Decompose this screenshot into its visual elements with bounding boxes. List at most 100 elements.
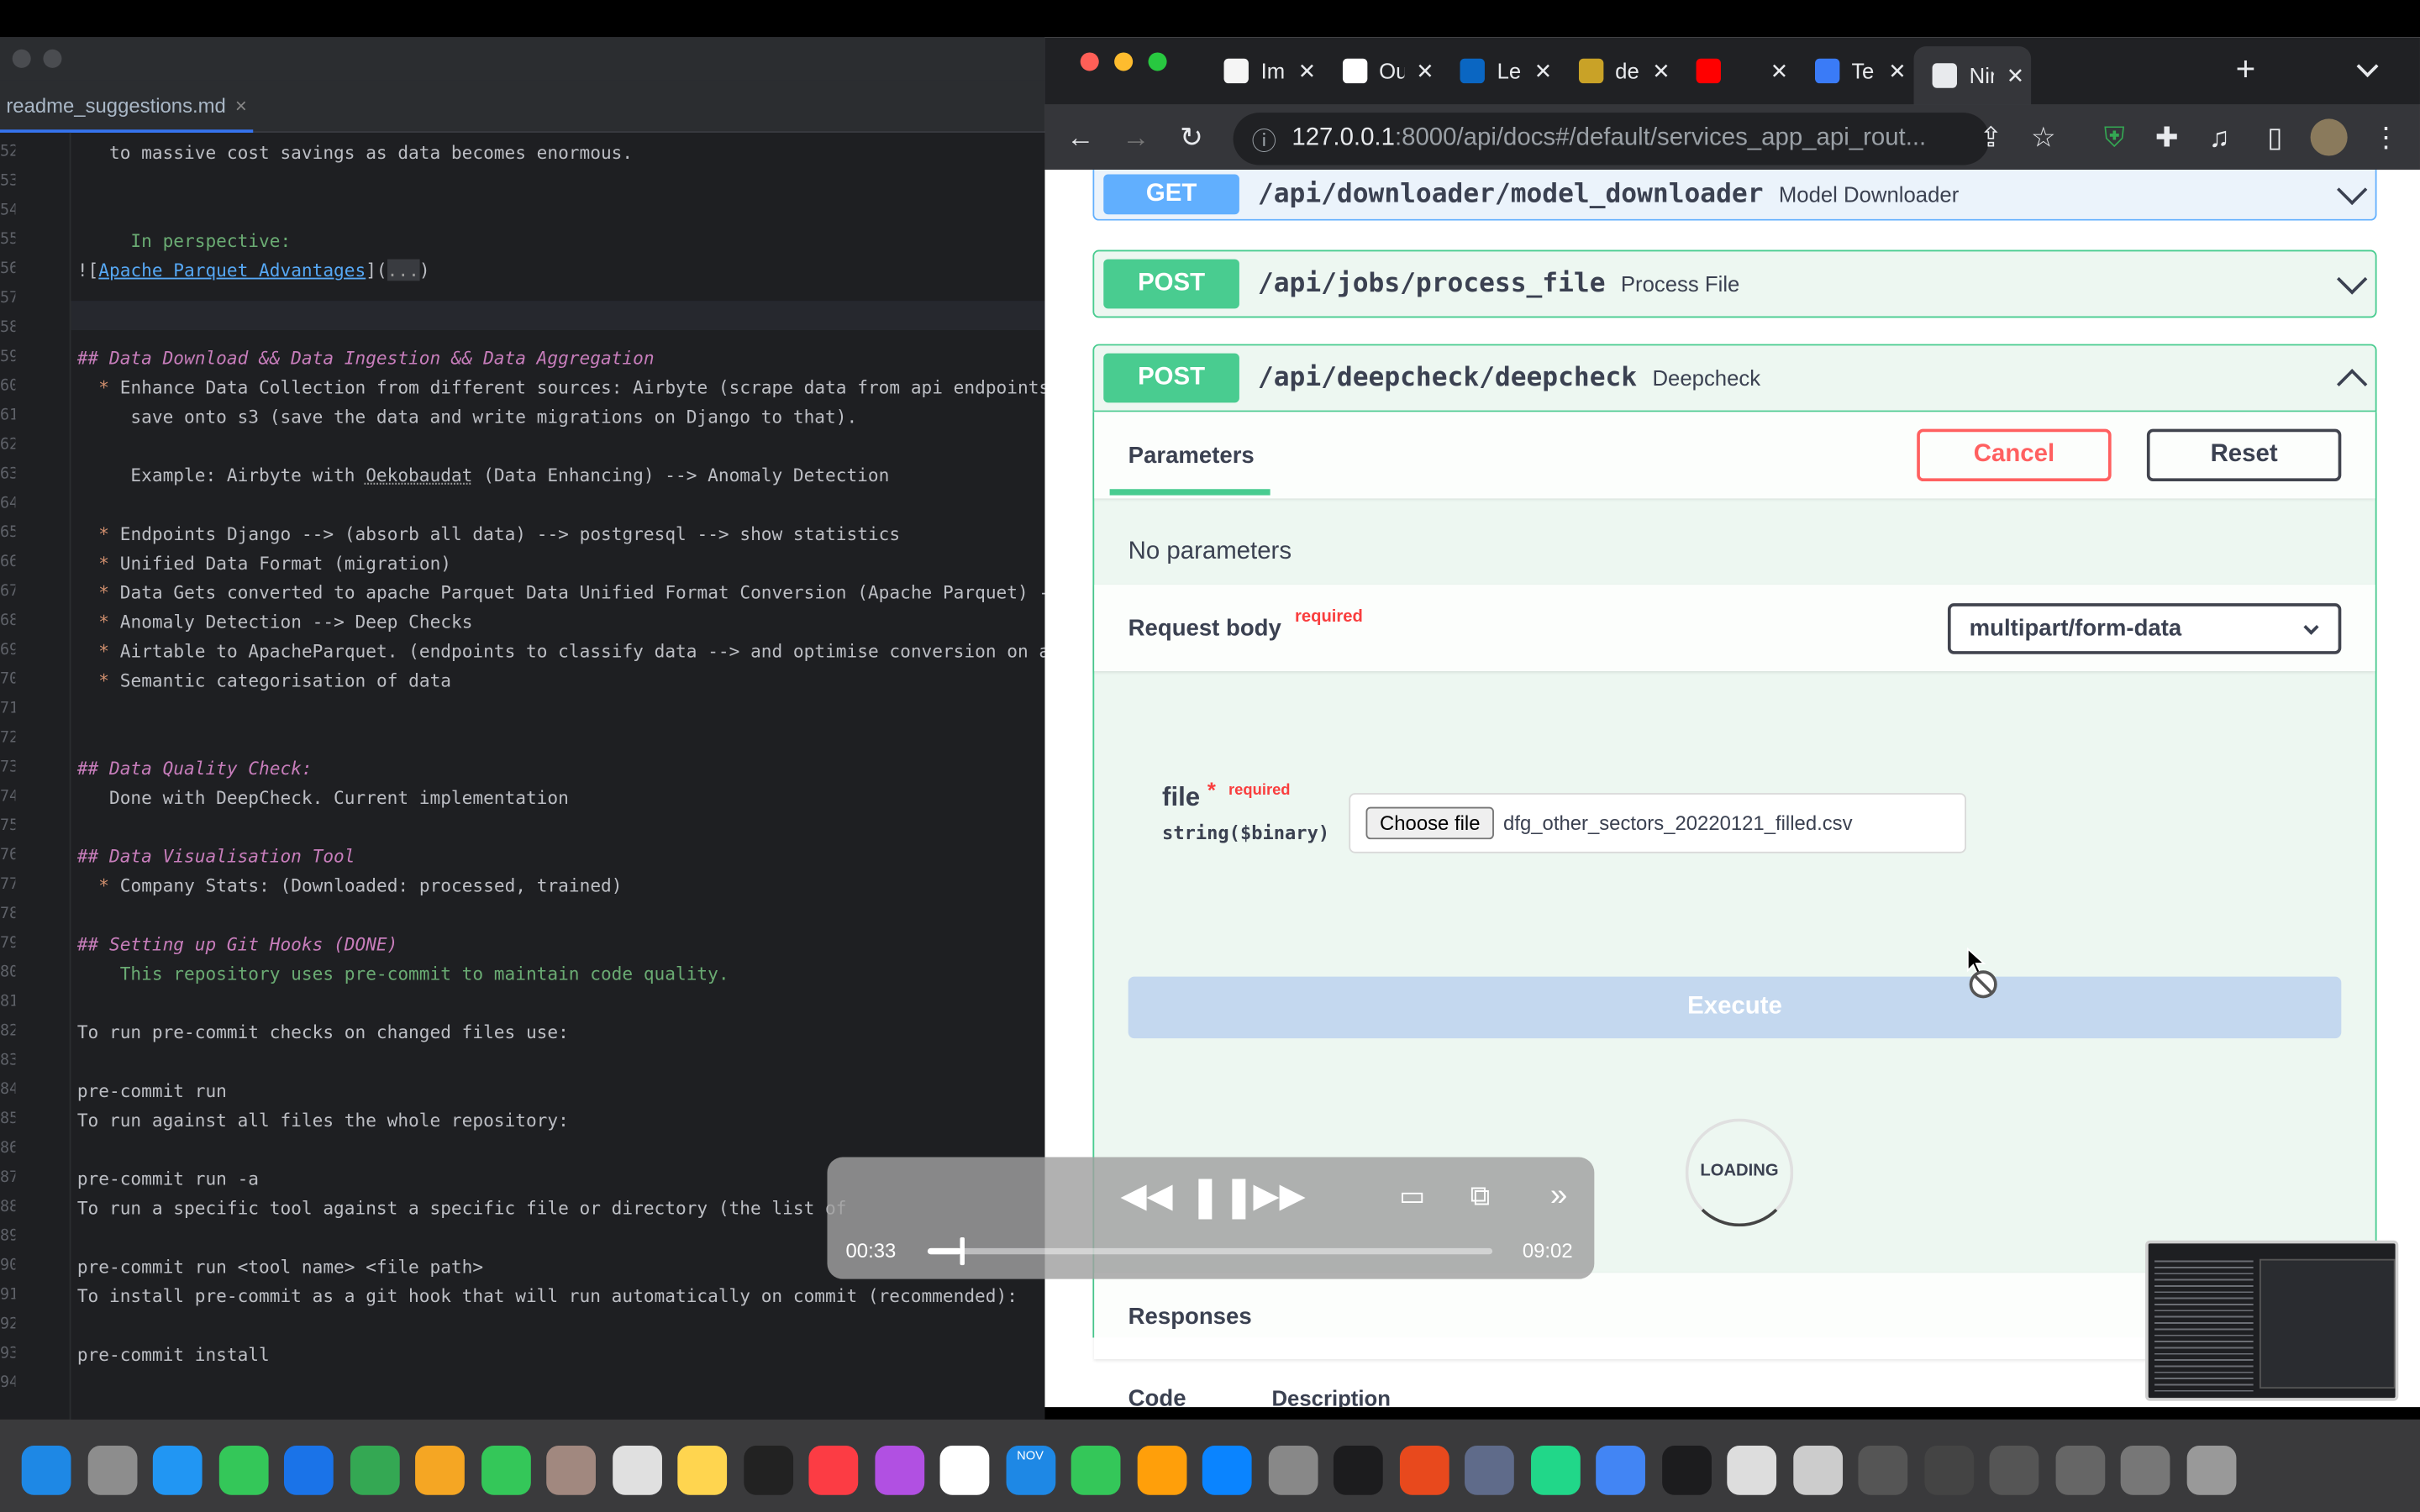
rewind-icon[interactable]: ◀◀ [1120,1176,1172,1216]
close-window-button[interactable] [12,49,31,68]
pause-icon[interactable]: ❚❚ [1188,1176,1255,1216]
close-icon[interactable]: ✕ [1416,58,1434,84]
browser-menu-icon[interactable]: ⋮ [2366,118,2407,158]
md-image-link[interactable]: Apache Parquet Advantages [98,260,366,281]
operation-post-process-file[interactable]: POST /api/jobs/process_file Process File [1092,249,2377,318]
dock-app-icon[interactable] [481,1446,530,1495]
dock-app-icon[interactable] [21,1446,71,1495]
dock-app-icon[interactable] [2054,1446,2105,1495]
editor-tab-readme[interactable]: readme_suggestions.md × [0,81,254,133]
tab-favicon-icon [1578,58,1603,84]
browser-tab[interactable]: Lea ✕ [1442,50,1560,92]
dock-app-icon[interactable] [1071,1446,1121,1495]
browser-tab[interactable]: ✕ [1678,50,1796,92]
close-icon[interactable]: ✕ [1770,58,1789,84]
screen-recording-thumbnail[interactable] [2145,1240,2399,1401]
minimize-window-button[interactable] [1114,52,1134,71]
dock-app-icon[interactable] [1202,1446,1252,1495]
dock-app-icon[interactable] [1136,1446,1186,1495]
new-tab-button[interactable]: + [2224,50,2267,92]
close-icon[interactable]: ✕ [1888,58,1907,84]
dock-app-icon[interactable] [808,1446,859,1495]
minimize-window-button[interactable] [43,49,62,68]
dock-app-icon[interactable] [87,1446,137,1495]
dock-app-icon[interactable] [1989,1446,2039,1495]
share-icon[interactable]: ⇪ [1971,118,2012,158]
dock-app-icon[interactable] [1398,1446,1449,1495]
dock-app-icon[interactable] [874,1446,924,1495]
choose-file-button[interactable]: Choose file [1365,806,1495,840]
scrubber-handle[interactable] [960,1237,965,1266]
dock-app-icon[interactable] [677,1446,728,1495]
parameters-tab[interactable]: Parameters [1128,443,1255,469]
airplay-icon[interactable]: ▭ [1392,1176,1433,1216]
md-collapsed-url[interactable]: ... [387,259,419,281]
site-info-icon[interactable]: ⓘ [1252,120,1276,157]
dock-app-icon[interactable] [1727,1446,1777,1495]
dock-app-icon[interactable] [1661,1446,1712,1495]
operation-post-deepcheck[interactable]: POST /api/deepcheck/deepcheck Deepcheck [1092,344,2377,412]
close-icon[interactable]: ✕ [1652,58,1670,84]
profile-avatar[interactable] [2310,118,2348,156]
close-icon[interactable]: × [235,94,247,129]
extensions-puzzle-icon[interactable]: ✚ [2147,118,2187,158]
dock-app-icon[interactable] [350,1446,399,1495]
browser-tab[interactable]: Nir ✕ [1913,46,2032,105]
forward-icon[interactable]: → [1116,118,1156,158]
shield-extension-icon[interactable]: ⛨ [2094,118,2134,158]
dock-app-icon[interactable] [546,1446,596,1495]
dock-app-icon[interactable] [1792,1446,1843,1495]
chevron-down-icon [2336,174,2368,206]
line-number: 89 [0,1228,15,1246]
dock-app-icon[interactable] [612,1446,662,1495]
dock-app-icon[interactable] [152,1446,203,1495]
media-control-icon[interactable]: ♫ [2199,118,2239,158]
operation-get-model-downloader[interactable]: GET /api/downloader/model_downloader Mod… [1092,170,2377,221]
tab-search-chevron-icon[interactable] [2356,55,2379,77]
sidebar-icon[interactable]: ▯ [2254,118,2295,158]
reload-icon[interactable]: ↻ [1171,118,1212,158]
browser-tab[interactable]: Imp ✕ [1205,50,1323,92]
bookmark-star-icon[interactable]: ☆ [2023,118,2064,158]
dock-app-icon[interactable] [218,1446,268,1495]
browser-tab[interactable]: Ou ✕ [1323,50,1441,92]
zoom-window-button[interactable] [1148,52,1167,71]
playback-scrubber[interactable] [927,1237,1493,1266]
close-window-button[interactable] [1080,52,1099,71]
dock-app-icon[interactable] [283,1446,334,1495]
line-number: 54 [0,202,15,219]
dock-app-icon[interactable] [1858,1446,1908,1495]
fast-forward-icon[interactable]: ▶▶ [1253,1176,1305,1216]
dock-app-icon[interactable] [1333,1446,1383,1495]
close-icon[interactable]: ✕ [1534,58,1553,84]
file-input[interactable]: Choose file dfg_other_sectors_20220121_f… [1349,793,1966,853]
browser-tab[interactable]: Te ✕ [1796,50,1913,92]
execute-button[interactable]: Execute [1128,976,2342,1039]
close-icon[interactable]: ✕ [1298,58,1317,84]
line-number: 57 [0,290,15,307]
responses-code-header: Code [1128,1385,1186,1408]
dock-app-icon[interactable] [1465,1446,1514,1495]
browser-tab[interactable]: de ✕ [1560,50,1677,92]
tab-favicon-icon [1814,58,1839,84]
more-controls-icon[interactable]: » [1540,1176,1577,1216]
dock-app-icon[interactable] [415,1446,465,1495]
dock-app-icon[interactable] [2186,1446,2236,1495]
content-type-select[interactable]: multipart/form-data [1947,603,2342,654]
dock-app-icon[interactable] [1267,1446,1318,1495]
chevron-down-icon [2336,264,2368,295]
dock-app-icon[interactable] [1923,1446,1974,1495]
cancel-button[interactable]: Cancel [1917,428,2112,482]
md-bullet: * [98,376,110,398]
dock-app-icon[interactable] [2120,1446,2170,1495]
picture-in-picture-icon[interactable]: ⧉ [1460,1176,1501,1216]
reset-button[interactable]: Reset [2146,428,2342,482]
address-bar[interactable]: ⓘ 127.0.0.1:8000/api/docs#/default/servi… [1233,113,1990,165]
dock-app-icon[interactable] [743,1446,793,1495]
calendar-icon[interactable]: NOV [1005,1446,1055,1495]
dock-app-icon[interactable] [1530,1446,1580,1495]
back-icon[interactable]: ← [1060,118,1101,158]
dock-app-icon[interactable] [1596,1446,1645,1495]
close-icon[interactable]: ✕ [2007,62,2025,88]
dock-app-icon[interactable] [939,1446,990,1495]
